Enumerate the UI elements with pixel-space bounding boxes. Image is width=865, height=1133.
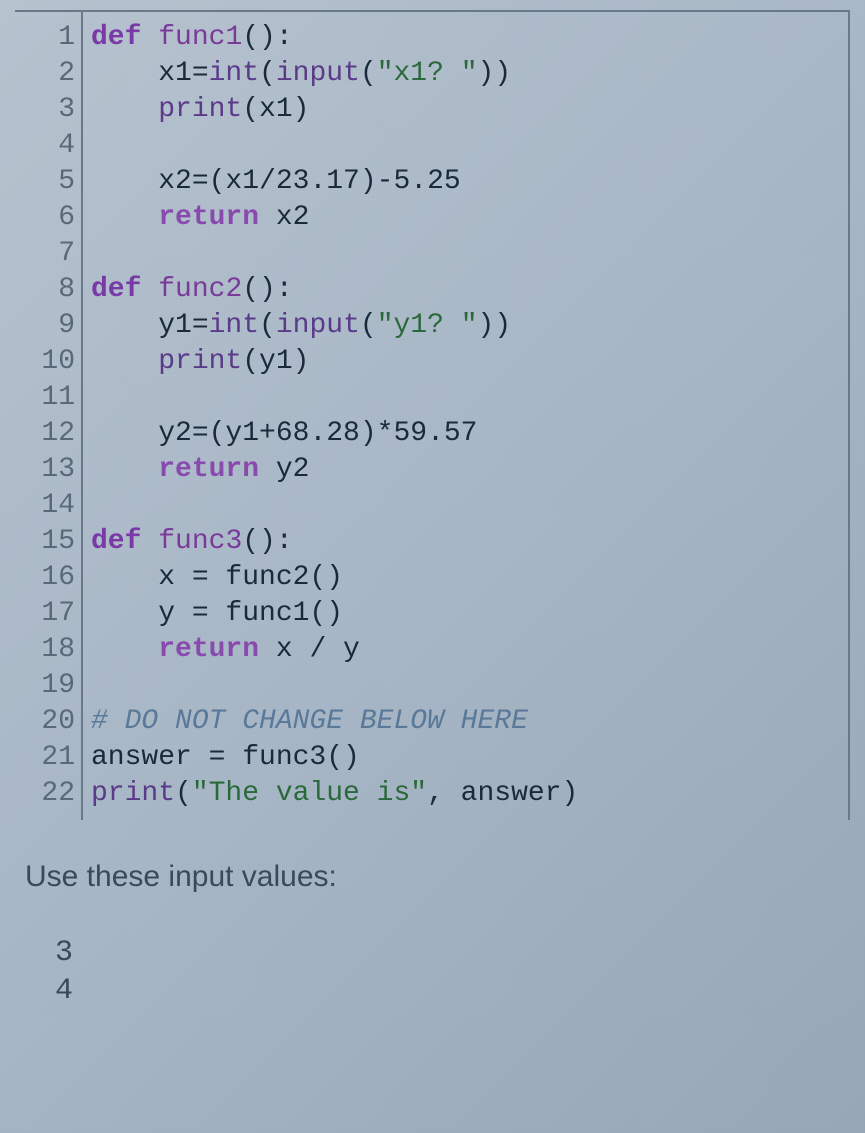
code-line[interactable]: def func2(): [91,272,848,308]
code-line[interactable] [91,236,848,272]
prompt-text: Use these input values: [25,860,850,894]
input-value: 4 [55,972,850,1010]
line-number: 9 [15,308,75,344]
line-number: 22 [15,776,75,812]
code-line[interactable]: x2=(x1/23.17)-5.25 [91,164,848,200]
input-values: 34 [25,934,850,1010]
input-value: 3 [55,934,850,972]
line-number: 21 [15,740,75,776]
code-line[interactable] [91,380,848,416]
line-number: 17 [15,596,75,632]
line-number: 19 [15,668,75,704]
code-line[interactable]: # DO NOT CHANGE BELOW HERE [91,704,848,740]
code-line[interactable]: x1=int(input("x1? ")) [91,56,848,92]
code-line[interactable]: print(y1) [91,344,848,380]
code-editor[interactable]: 12345678910111213141516171819202122 def … [15,10,850,820]
line-number: 6 [15,200,75,236]
code-line[interactable]: print(x1) [91,92,848,128]
line-number: 3 [15,92,75,128]
code-line[interactable]: x = func2() [91,560,848,596]
question-section: Use these input values: 34 [15,860,850,1010]
code-line[interactable]: answer = func3() [91,740,848,776]
line-number: 12 [15,416,75,452]
code-line[interactable]: return x2 [91,200,848,236]
line-number: 14 [15,488,75,524]
line-number: 5 [15,164,75,200]
code-line[interactable]: return x / y [91,632,848,668]
code-line[interactable]: return y2 [91,452,848,488]
line-number: 16 [15,560,75,596]
code-line[interactable]: def func3(): [91,524,848,560]
line-number: 7 [15,236,75,272]
line-number: 18 [15,632,75,668]
code-line[interactable]: y2=(y1+68.28)*59.57 [91,416,848,452]
line-number: 15 [15,524,75,560]
line-number: 2 [15,56,75,92]
code-line[interactable] [91,488,848,524]
line-number: 4 [15,128,75,164]
line-number: 10 [15,344,75,380]
line-number: 1 [15,20,75,56]
line-number: 8 [15,272,75,308]
line-number: 20 [15,704,75,740]
line-number: 13 [15,452,75,488]
code-line[interactable]: print("The value is", answer) [91,776,848,812]
code-area[interactable]: def func1(): x1=int(input("x1? ")) print… [83,12,848,820]
code-line[interactable]: y1=int(input("y1? ")) [91,308,848,344]
line-number: 11 [15,380,75,416]
code-line[interactable] [91,668,848,704]
code-line[interactable]: y = func1() [91,596,848,632]
code-line[interactable]: def func1(): [91,20,848,56]
code-line[interactable] [91,128,848,164]
line-number-gutter: 12345678910111213141516171819202122 [15,12,83,820]
